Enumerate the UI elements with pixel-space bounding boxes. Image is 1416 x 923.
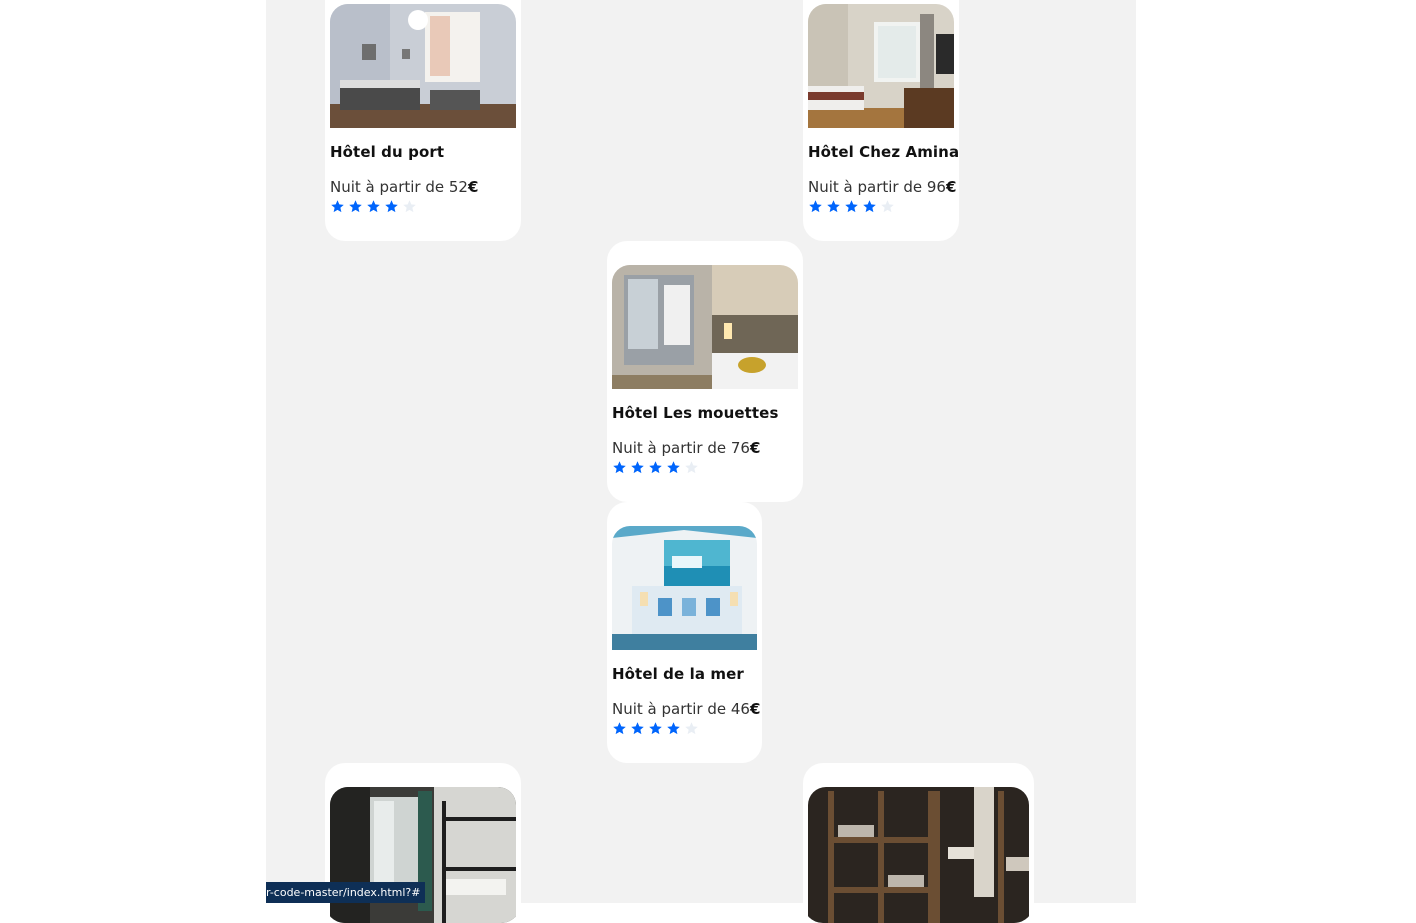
star-rating [612, 721, 757, 737]
hotel-name[interactable]: Hôtel du port [330, 143, 516, 161]
star-icon [648, 460, 663, 475]
star-icon [808, 199, 823, 214]
hotel-card[interactable] [803, 763, 1034, 923]
hotel-grid: Hôtel du port Nuit à partir de 52€ Hôtel… [266, 0, 1136, 903]
star-icon [612, 721, 627, 736]
star-icon [826, 199, 841, 214]
hotel-name[interactable]: Hôtel Les mouettes [612, 404, 798, 422]
hotel-card[interactable]: Hôtel Chez Amina Nuit à partir de 96€ [803, 0, 959, 241]
hotel-name[interactable]: Hôtel de la mer [612, 665, 757, 683]
star-icon [330, 199, 345, 214]
star-icon [402, 199, 417, 214]
star-rating [808, 199, 954, 215]
status-bar-url: r-code-master/index.html?# [266, 882, 425, 903]
hotel-card[interactable]: Hôtel du port Nuit à partir de 52€ [325, 0, 521, 241]
star-icon [630, 721, 645, 736]
hotel-name[interactable]: Hôtel Chez Amina [808, 143, 954, 161]
star-icon [684, 721, 699, 736]
star-icon [844, 199, 859, 214]
hotel-card[interactable]: Hôtel Les mouettes Nuit à partir de 76€ [607, 241, 803, 502]
star-icon [666, 721, 681, 736]
hotel-photo [330, 4, 516, 128]
hotel-price: Nuit à partir de 46€ [612, 700, 757, 718]
star-icon [630, 460, 645, 475]
star-icon [366, 199, 381, 214]
hotel-price: Nuit à partir de 96€ [808, 178, 954, 196]
star-icon [648, 721, 663, 736]
hotel-card[interactable]: Hôtel de la mer Nuit à partir de 46€ [607, 502, 762, 763]
hotel-photo [808, 4, 954, 128]
star-icon [666, 460, 681, 475]
star-icon [862, 199, 877, 214]
star-rating [330, 199, 516, 215]
hotel-price: Nuit à partir de 76€ [612, 439, 798, 457]
star-icon [384, 199, 399, 214]
star-rating [612, 460, 798, 476]
star-icon [684, 460, 699, 475]
hotel-photo [612, 526, 757, 650]
star-icon [348, 199, 363, 214]
star-icon [612, 460, 627, 475]
hotel-photo [612, 265, 798, 389]
star-icon [880, 199, 895, 214]
hotel-price: Nuit à partir de 52€ [330, 178, 516, 196]
